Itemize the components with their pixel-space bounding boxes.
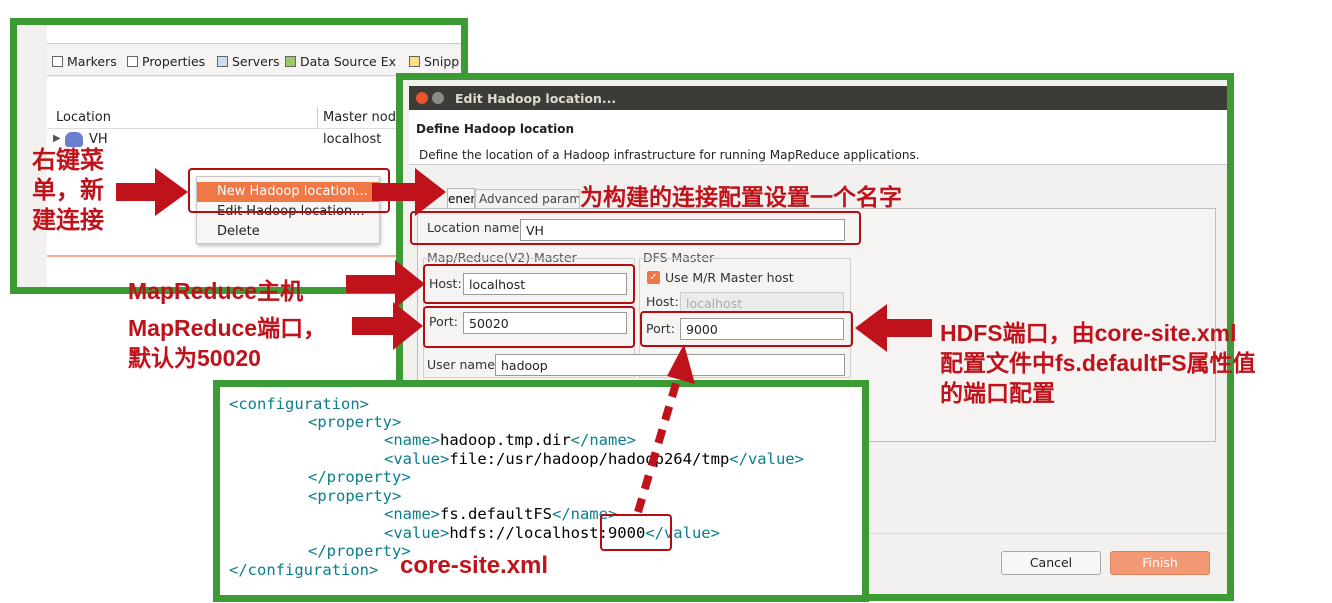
- note-right-click: 右键菜 单，新 建连接: [32, 146, 104, 236]
- arrow-mr-port: [352, 302, 423, 350]
- arrow-new-location: [372, 168, 446, 216]
- note-hdfs-line2: 配置文件中fs.defaultFS属性值: [940, 350, 1256, 376]
- note-mr-port-line2: 默认为50020: [128, 345, 261, 371]
- note-hdfs-line1: HDFS端口，由core-site.xml: [940, 320, 1237, 346]
- arrow-hdfs-port: [855, 304, 932, 352]
- note-right-click-line1: 右键菜: [32, 147, 104, 174]
- note-mr-port: MapReduce端口， 默认为50020: [128, 313, 326, 373]
- note-right-click-line3: 建连接: [32, 207, 104, 234]
- note-right-click-line2: 单，新: [32, 177, 104, 204]
- note-hdfs-port: HDFS端口，由core-site.xml 配置文件中fs.defaultFS属…: [940, 318, 1256, 408]
- note-hdfs-line3: 的端口配置: [940, 380, 1055, 406]
- note-location-name: 为构建的连接配置设置一个名字: [580, 184, 902, 210]
- note-mr-port-line1: MapReduce端口，: [128, 315, 327, 341]
- note-mr-host: MapReduce主机: [128, 278, 304, 304]
- arrow-port-link: [634, 368, 684, 514]
- arrow-right-click: [116, 168, 188, 216]
- arrow-mr-host: [346, 260, 425, 308]
- arrow-port-link-head: [667, 344, 695, 384]
